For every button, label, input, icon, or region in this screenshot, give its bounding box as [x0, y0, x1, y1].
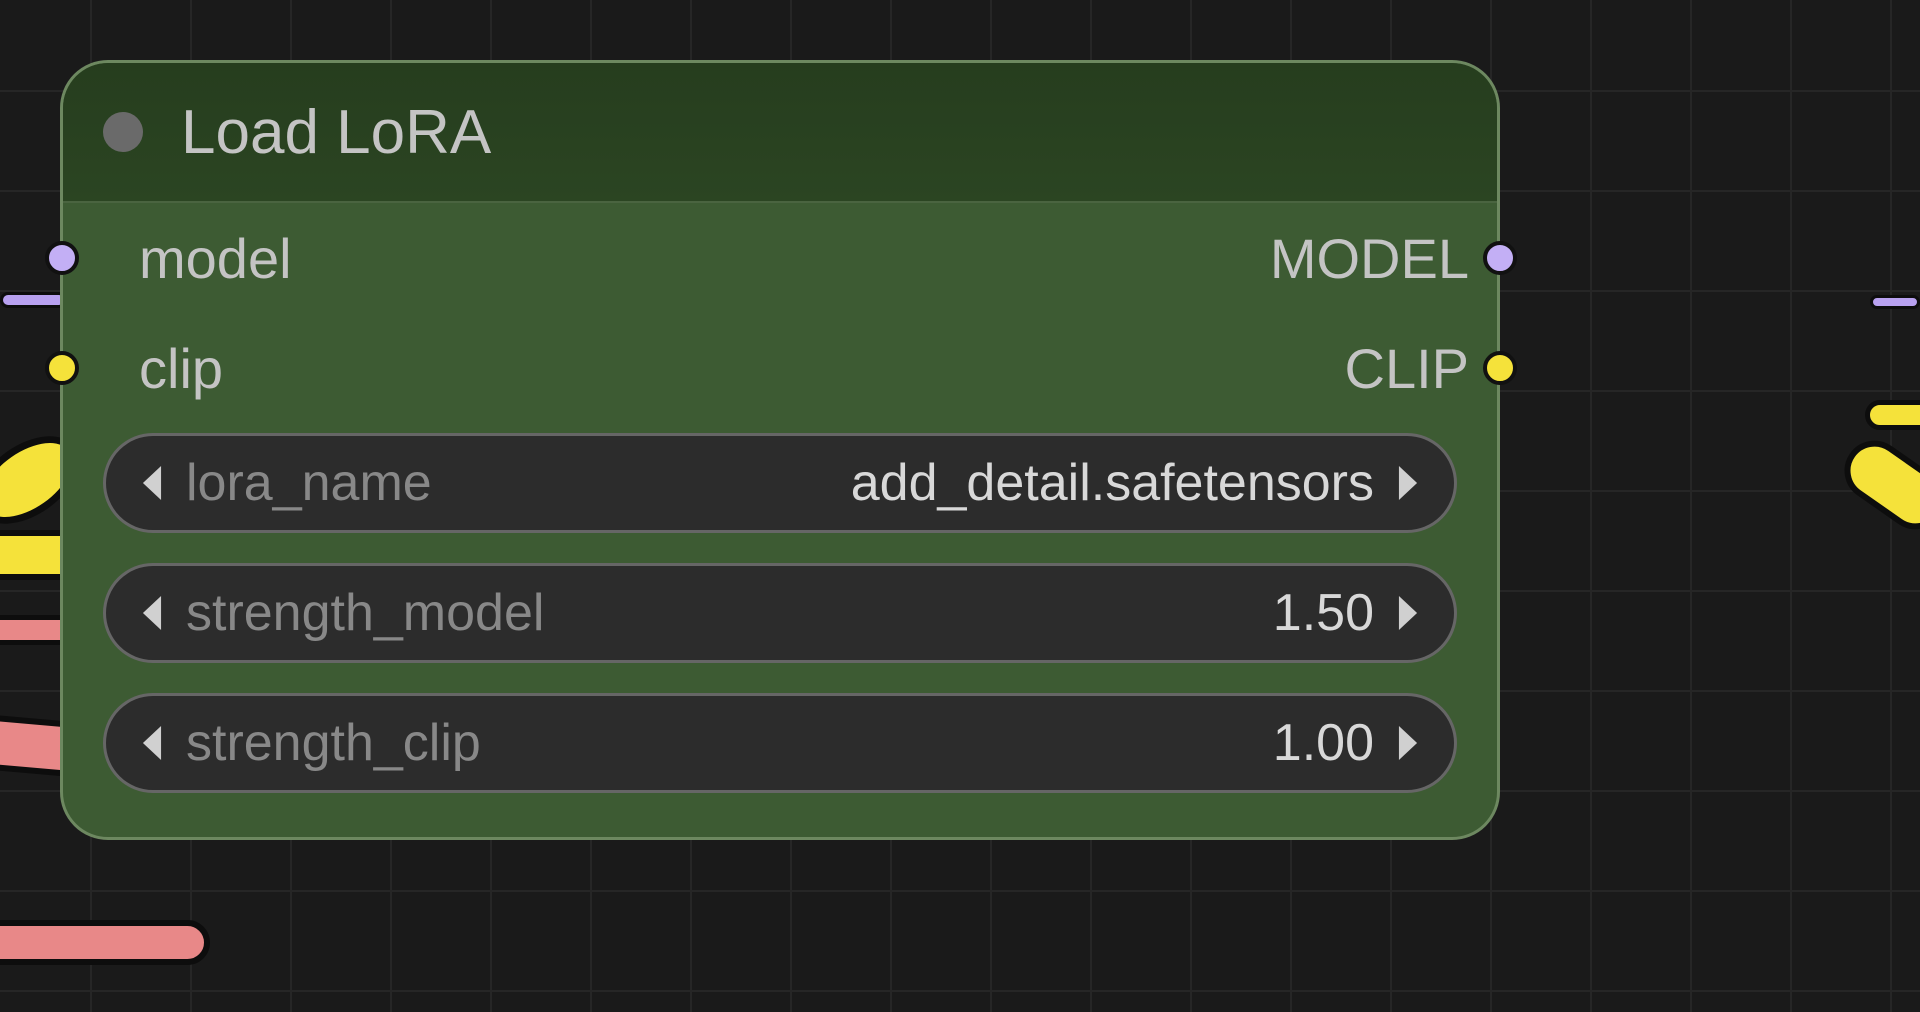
- input-label-clip: clip: [139, 336, 223, 401]
- chevron-left-icon[interactable]: [136, 596, 168, 630]
- input-port-model[interactable]: [45, 241, 79, 275]
- widget-lora-name[interactable]: lora_name add_detail.safetensors: [103, 433, 1457, 533]
- input-port-clip[interactable]: [45, 351, 79, 385]
- chevron-right-icon[interactable]: [1392, 466, 1424, 500]
- widget-label: strength_clip: [186, 713, 481, 773]
- widget-label: lora_name: [186, 453, 432, 513]
- output-port-model[interactable]: [1483, 241, 1517, 275]
- cable-model-in: [0, 292, 67, 308]
- widget-strength-model[interactable]: strength_model 1.50: [103, 563, 1457, 663]
- io-row-clip: clip CLIP: [63, 313, 1497, 423]
- cable-bg-pink-3: [0, 920, 210, 965]
- chevron-right-icon[interactable]: [1392, 596, 1424, 630]
- chevron-right-icon[interactable]: [1392, 726, 1424, 760]
- widget-value: 1.00: [1273, 713, 1374, 773]
- widget-strength-clip[interactable]: strength_clip 1.00: [103, 693, 1457, 793]
- node-header[interactable]: Load LoRA: [63, 63, 1497, 203]
- chevron-left-icon[interactable]: [136, 466, 168, 500]
- widget-label: strength_model: [186, 583, 544, 643]
- input-label-model: model: [139, 226, 292, 291]
- output-label-model: MODEL: [1270, 226, 1469, 291]
- io-row-model: model MODEL: [63, 203, 1497, 313]
- chevron-left-icon[interactable]: [136, 726, 168, 760]
- cable-model-out: [1870, 295, 1920, 309]
- output-port-clip[interactable]: [1483, 351, 1517, 385]
- widget-value: 1.50: [1273, 583, 1374, 643]
- widget-value: add_detail.safetensors: [851, 453, 1374, 513]
- cable-clip-out-a: [1865, 400, 1920, 430]
- output-label-clip: CLIP: [1345, 336, 1470, 401]
- node-widgets: lora_name add_detail.safetensors strengt…: [63, 423, 1497, 837]
- node-status-dot-icon: [103, 112, 143, 152]
- node-load-lora[interactable]: Load LoRA model MODEL clip CLIP lora: [60, 60, 1500, 840]
- node-title: Load LoRA: [181, 97, 491, 168]
